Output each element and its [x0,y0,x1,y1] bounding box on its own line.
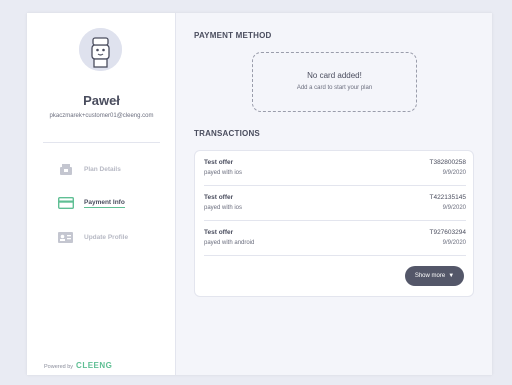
show-more-label: Show more [414,273,446,279]
user-email: pkaczmarek+customer01@cleeng.com [49,113,154,119]
transaction-date: 9/9/2020 [442,170,466,176]
transaction-date: 9/9/2020 [442,205,466,211]
sidebar: Paweł pkaczmarek+customer01@cleeng.com P… [27,13,176,375]
transaction-row: Test offer payed with android T927603294… [204,221,466,256]
no-card-subtitle: Add a card to start your plan [296,85,373,91]
avatar [79,28,122,71]
powered-by-text: Powered by [44,364,74,370]
nav-item-label: Update Profile [84,233,129,241]
transaction-id: T382800258 [429,159,466,166]
caret-down-icon: ▼ [448,273,455,279]
cleeng-logo: CLEENG [76,361,113,370]
transaction-id: T422135145 [429,194,466,201]
app-frame: Paweł pkaczmarek+customer01@cleeng.com P… [27,13,492,375]
nav-item-plan-details[interactable]: Plan Details [57,161,121,177]
no-card-title: No card added! [307,71,362,80]
avatar-icon [79,28,122,71]
no-card-box: No card added! Add a card to start your … [252,52,417,112]
credit-card-icon [57,196,74,210]
transaction-method: payed with ios [204,205,243,211]
transaction-row: Test offer payed with ios T382800258 9/9… [204,151,466,186]
transaction-method: payed with android [204,240,255,246]
transaction-row: Test offer payed with ios T422135145 9/9… [204,186,466,221]
nav-item-payment-info[interactable]: Payment Info [57,195,125,211]
transaction-id: T927603294 [429,229,466,236]
transactions-title: TRANSACTIONS [194,129,260,138]
show-more-button[interactable]: Show more ▼ [405,266,464,286]
nav-item-label: Plan Details [84,165,121,173]
transaction-offer: Test offer [204,159,234,166]
nav-item-update-profile[interactable]: Update Profile [57,229,128,245]
plan-details-icon [57,162,74,176]
user-name: Paweł [83,93,120,108]
transaction-date: 9/9/2020 [442,240,466,246]
profile-card-icon [57,230,74,244]
payment-method-title: PAYMENT METHOD [194,31,272,40]
nav-item-label: Payment Info [84,198,125,208]
transaction-offer: Test offer [204,229,234,236]
transaction-offer: Test offer [204,194,234,201]
powered-by: Powered by CLEENG [44,361,112,370]
main-content: PAYMENT METHOD No card added! Add a card… [176,13,492,375]
transaction-method: payed with ios [204,170,243,176]
divider [43,142,160,143]
